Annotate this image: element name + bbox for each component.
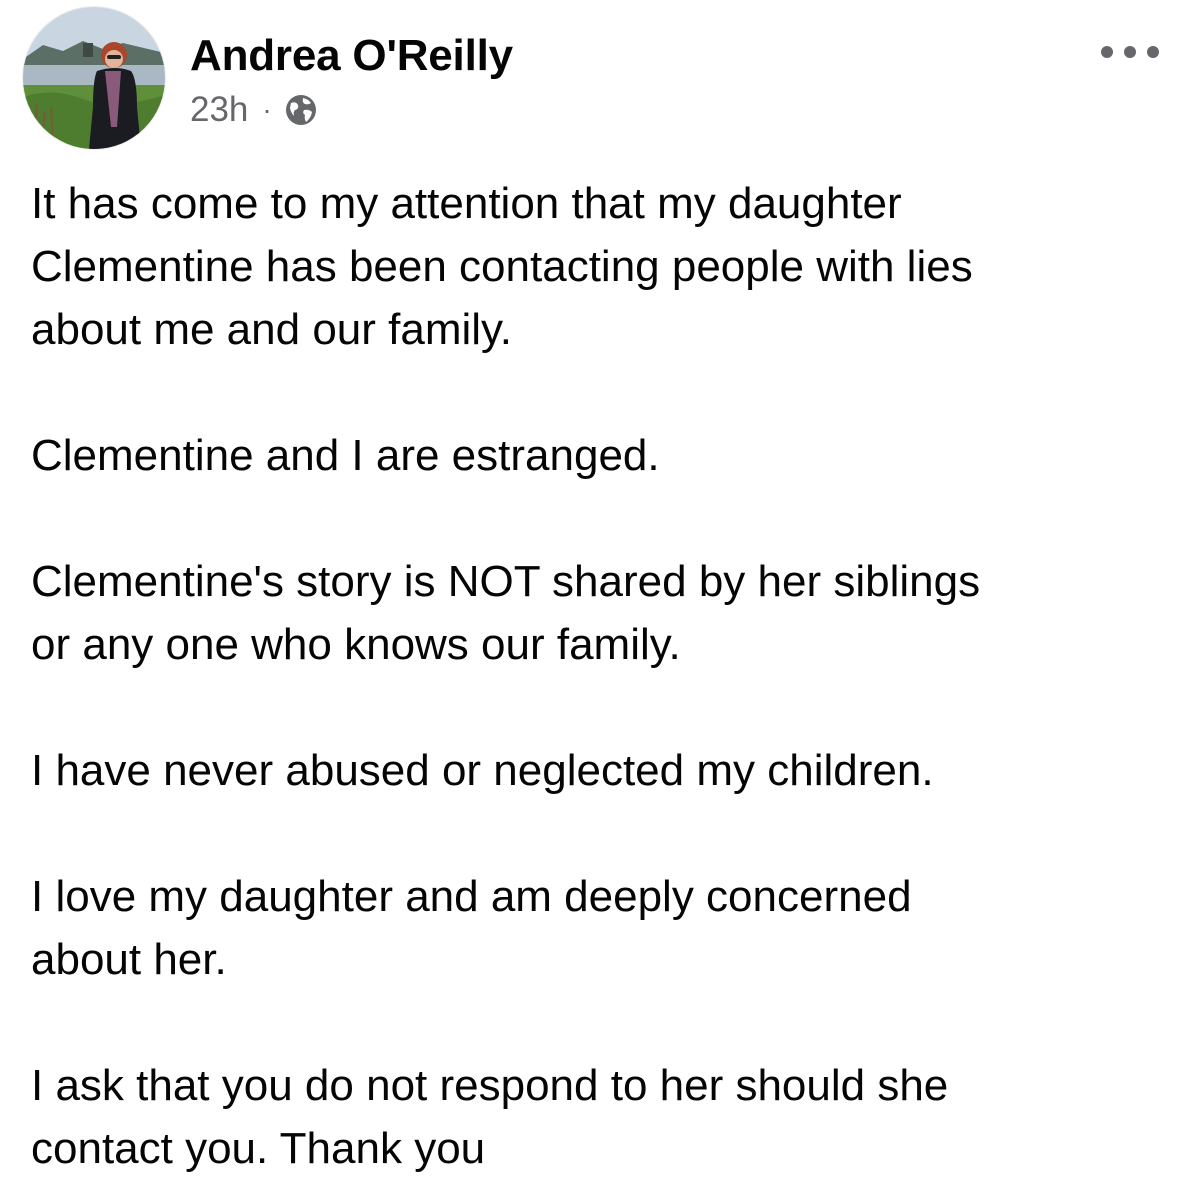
post-paragraph: I have never abused or neglected my chil… bbox=[31, 746, 934, 795]
more-dot bbox=[1101, 46, 1113, 58]
post-meta: 23h · bbox=[190, 88, 318, 132]
post-paragraph: I love my daughter and am deeply concern… bbox=[31, 872, 912, 984]
avatar-photo bbox=[23, 7, 165, 149]
author-avatar[interactable] bbox=[23, 7, 165, 149]
globe-icon[interactable] bbox=[284, 93, 318, 127]
more-dot bbox=[1147, 46, 1159, 58]
author-name[interactable]: Andrea O'Reilly bbox=[190, 30, 513, 82]
more-options-icon[interactable] bbox=[1101, 34, 1159, 70]
post-timestamp[interactable]: 23h bbox=[190, 90, 248, 130]
post-body: It has come to my attention that my daug… bbox=[31, 172, 1151, 1180]
post-paragraph: I ask that you do not respond to her sho… bbox=[31, 1061, 949, 1173]
more-dot bbox=[1124, 46, 1136, 58]
facebook-post: Andrea O'Reilly 23h · It has come to my … bbox=[0, 0, 1179, 1185]
meta-separator: · bbox=[262, 94, 272, 125]
post-paragraph: Clementine's story is NOT shared by her … bbox=[31, 557, 981, 669]
post-paragraph: It has come to my attention that my daug… bbox=[31, 179, 973, 354]
post-paragraph: Clementine and I are estranged. bbox=[31, 431, 660, 480]
